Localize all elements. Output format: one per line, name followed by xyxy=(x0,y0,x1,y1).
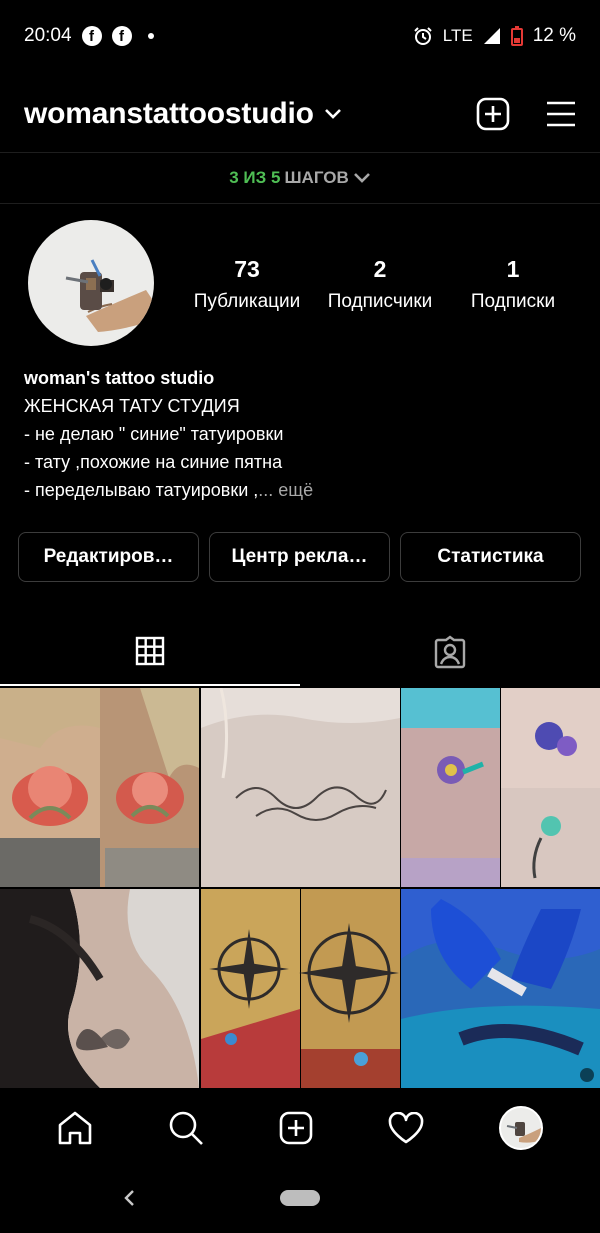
account-switcher[interactable]: womanstattoostudio xyxy=(24,97,314,131)
onboarding-steps-toggle[interactable]: 3 ИЗ 5 ШАГОВ xyxy=(0,152,600,204)
heart-icon[interactable] xyxy=(388,1112,424,1144)
edit-profile-button[interactable]: Редактиров… xyxy=(18,532,199,582)
profile-display-name: woman's tattoo studio xyxy=(24,368,215,388)
tagged-person-icon xyxy=(434,635,466,669)
battery-low-icon xyxy=(510,26,523,46)
facebook-notification-icon: f xyxy=(111,26,132,46)
followers-count-value: 2 xyxy=(373,256,387,282)
post-thumbnail[interactable] xyxy=(201,889,400,1088)
signal-icon xyxy=(483,28,500,44)
following-count-label: Подписки xyxy=(470,291,556,312)
profile-avatar[interactable] xyxy=(28,220,154,346)
steps-label: ШАГОВ xyxy=(284,168,349,187)
profile-avatar[interactable] xyxy=(498,1106,543,1150)
post-thumbnail[interactable] xyxy=(0,889,199,1088)
followers-count[interactable]: 2 Подписчики xyxy=(310,256,450,313)
bio-line: - тату ,похожие на синие пятна xyxy=(24,452,283,472)
following-count-value: 1 xyxy=(506,256,520,282)
alarm-icon xyxy=(414,27,432,45)
post-thumbnail[interactable] xyxy=(201,688,400,887)
bio-line: - переделываю татуировки , xyxy=(24,480,259,500)
home-icon[interactable] xyxy=(57,1111,93,1145)
back-chevron-icon[interactable] xyxy=(122,1188,136,1208)
ad-center-button[interactable]: Центр рекла… xyxy=(209,532,390,582)
grid-icon xyxy=(135,636,165,666)
chevron-down-icon xyxy=(353,173,370,183)
bottom-navigation xyxy=(0,1094,600,1162)
system-navigation-bar xyxy=(0,1172,600,1228)
home-pill[interactable] xyxy=(280,1190,320,1206)
tab-tagged[interactable] xyxy=(300,618,600,686)
plus-square-icon[interactable] xyxy=(476,97,510,131)
bio-line-last: - переделываю татуировки ,... ещё xyxy=(24,476,584,504)
bio-more-link[interactable]: ... ещё xyxy=(258,480,313,500)
search-icon[interactable] xyxy=(168,1110,204,1146)
post-thumbnail[interactable] xyxy=(401,889,600,1088)
post-thumbnail[interactable] xyxy=(0,688,199,887)
bio-line: - не делаю " синие" татуировки xyxy=(24,424,284,444)
steps-progress: 3 ИЗ 5 xyxy=(229,168,281,187)
posts-count[interactable]: 73 Публикации xyxy=(177,256,317,313)
plus-square-icon[interactable] xyxy=(279,1111,313,1145)
hamburger-menu-icon[interactable] xyxy=(546,101,576,127)
network-label: LTE xyxy=(442,26,473,45)
posts-count-label: Публикации xyxy=(193,291,301,312)
more-notifications-icon xyxy=(147,33,154,39)
profile-header: womanstattoostudio xyxy=(0,80,600,148)
battery-percent: 12 % xyxy=(532,25,576,46)
status-time: 20:04 xyxy=(24,25,72,46)
posts-count-value: 73 xyxy=(234,256,260,282)
chevron-down-icon[interactable] xyxy=(324,108,342,120)
bio-line: ЖЕНСКАЯ ТАТУ СТУДИЯ xyxy=(24,396,240,416)
profile-tabs xyxy=(0,618,600,686)
profile-bio: woman's tattoo studio ЖЕНСКАЯ ТАТУ СТУДИ… xyxy=(24,364,584,504)
insights-button[interactable]: Статистика xyxy=(400,532,581,582)
post-thumbnail[interactable] xyxy=(401,688,600,887)
status-bar: 20:04 f f LTE 12 % xyxy=(0,0,600,72)
tab-posts-grid[interactable] xyxy=(0,618,300,686)
facebook-notification-icon: f xyxy=(81,26,102,46)
followers-count-label: Подписчики xyxy=(327,291,433,312)
posts-grid xyxy=(0,688,600,1092)
following-count[interactable]: 1 Подписки xyxy=(443,256,583,313)
